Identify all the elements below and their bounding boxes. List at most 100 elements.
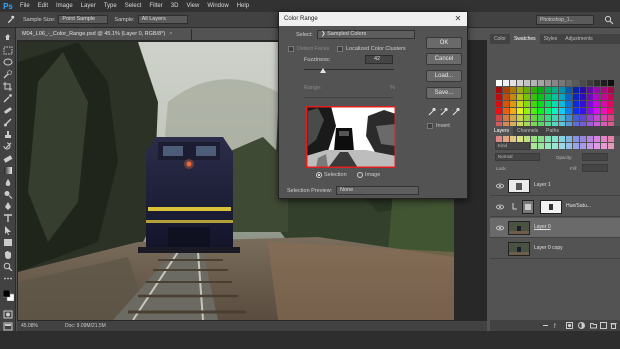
swatch[interactable] [552,136,558,142]
menu-help[interactable]: Help [233,0,253,12]
swatch[interactable] [580,115,586,121]
swatch[interactable] [531,80,537,86]
swatch[interactable] [531,87,537,93]
tab-channels[interactable]: Channels [513,126,542,136]
selection-radio[interactable] [316,172,322,178]
close-icon[interactable]: ✕ [453,14,463,24]
swatch[interactable] [538,136,544,142]
swatch[interactable] [496,115,502,121]
fuzziness-field[interactable]: 42 [365,55,393,64]
swatch[interactable] [594,115,600,121]
swatch[interactable] [524,101,530,107]
swatch[interactable] [524,87,530,93]
menu-select[interactable]: Select [121,0,146,12]
tab-layers[interactable]: Layers [490,126,514,136]
swatch[interactable] [580,136,586,142]
swatch[interactable] [552,101,558,107]
swatch[interactable] [538,101,544,107]
swatch[interactable] [559,87,565,93]
swatch[interactable] [601,115,607,121]
swatch[interactable] [587,143,593,149]
swatch[interactable] [538,115,544,121]
swatch[interactable] [601,101,607,107]
eyedropper-icon[interactable] [3,94,13,103]
swatch[interactable] [559,143,565,149]
swatch[interactable] [573,80,579,86]
swatch[interactable] [573,143,579,149]
more-tools-icon[interactable] [3,274,13,283]
swatch[interactable] [566,108,572,114]
gradient-tool-icon[interactable] [3,166,13,175]
eyedropper-add-icon[interactable]: + [440,107,448,116]
link-layers-icon[interactable] [542,322,549,329]
type-tool-icon[interactable] [3,214,13,223]
swatch[interactable] [601,108,607,114]
pen-tool-icon[interactable] [3,202,13,211]
swatch[interactable] [608,101,614,107]
swatch[interactable] [573,101,579,107]
tab-color[interactable]: Color [490,34,510,44]
eye-icon[interactable] [496,224,504,232]
fuzziness-slider[interactable] [304,69,394,70]
menu-filter[interactable]: Filter [145,0,166,12]
sample-select[interactable]: All Layers [137,15,188,24]
clone-stamp-icon[interactable] [3,130,13,139]
swatch[interactable] [601,80,607,86]
tab-styles[interactable]: Styles [540,34,562,44]
swatch[interactable] [517,101,523,107]
swatch[interactable] [503,115,509,121]
swatch[interactable] [559,115,565,121]
swatch[interactable] [552,108,558,114]
menu-file[interactable]: File [16,0,34,12]
menu-layer[interactable]: Layer [77,0,100,12]
swatch[interactable] [608,87,614,93]
swatch[interactable] [559,101,565,107]
selection-preview[interactable] [306,106,396,168]
swatch[interactable] [587,101,593,107]
swatch[interactable] [552,80,558,86]
swatch[interactable] [573,115,579,121]
swatch[interactable] [587,87,593,93]
opacity-field[interactable] [582,153,608,161]
swatch[interactable] [580,94,586,100]
swatch[interactable] [594,80,600,86]
swatch[interactable] [545,101,551,107]
screen-mode-icon[interactable] [3,322,13,331]
swatch[interactable] [552,94,558,100]
swatch[interactable] [503,101,509,107]
swatch[interactable] [503,94,509,100]
swatch[interactable] [538,94,544,100]
swatch[interactable] [531,94,537,100]
swatch[interactable] [531,136,537,142]
adjustment-layer-icon[interactable] [578,322,585,329]
lasso-tool-icon[interactable] [3,58,13,67]
zoom-tool-icon[interactable] [3,262,13,272]
layer0-name[interactable]: Layer 0 [534,224,551,230]
swatch[interactable] [510,115,516,121]
swatch[interactable] [580,143,586,149]
path-selection-icon[interactable] [3,226,13,235]
swatch[interactable] [524,115,530,121]
swatch[interactable] [580,87,586,93]
image-radio[interactable] [357,172,363,178]
swatch[interactable] [594,94,600,100]
detect-faces-checkbox[interactable] [288,46,294,52]
swatch[interactable] [587,94,593,100]
layer1-name[interactable]: Layer 1 [534,182,551,188]
swatch[interactable] [538,108,544,114]
swatch[interactable] [496,108,502,114]
adjustment-name[interactable]: Hue/Satu... [566,203,591,209]
search-icon[interactable] [604,15,614,25]
layer-row-adjustment[interactable]: Hue/Satu... [490,197,620,217]
swatch[interactable] [566,143,572,149]
swatch[interactable] [524,94,530,100]
add-mask-icon[interactable] [566,322,573,329]
swatch[interactable] [517,94,523,100]
swatch[interactable] [538,143,544,149]
swatch[interactable] [496,80,502,86]
swatch[interactable] [496,101,502,107]
swatch[interactable] [503,108,509,114]
menu-window[interactable]: Window [203,0,232,12]
layer-row-layer1[interactable]: Layer 1 [490,176,620,196]
dodge-tool-icon[interactable] [3,190,13,199]
